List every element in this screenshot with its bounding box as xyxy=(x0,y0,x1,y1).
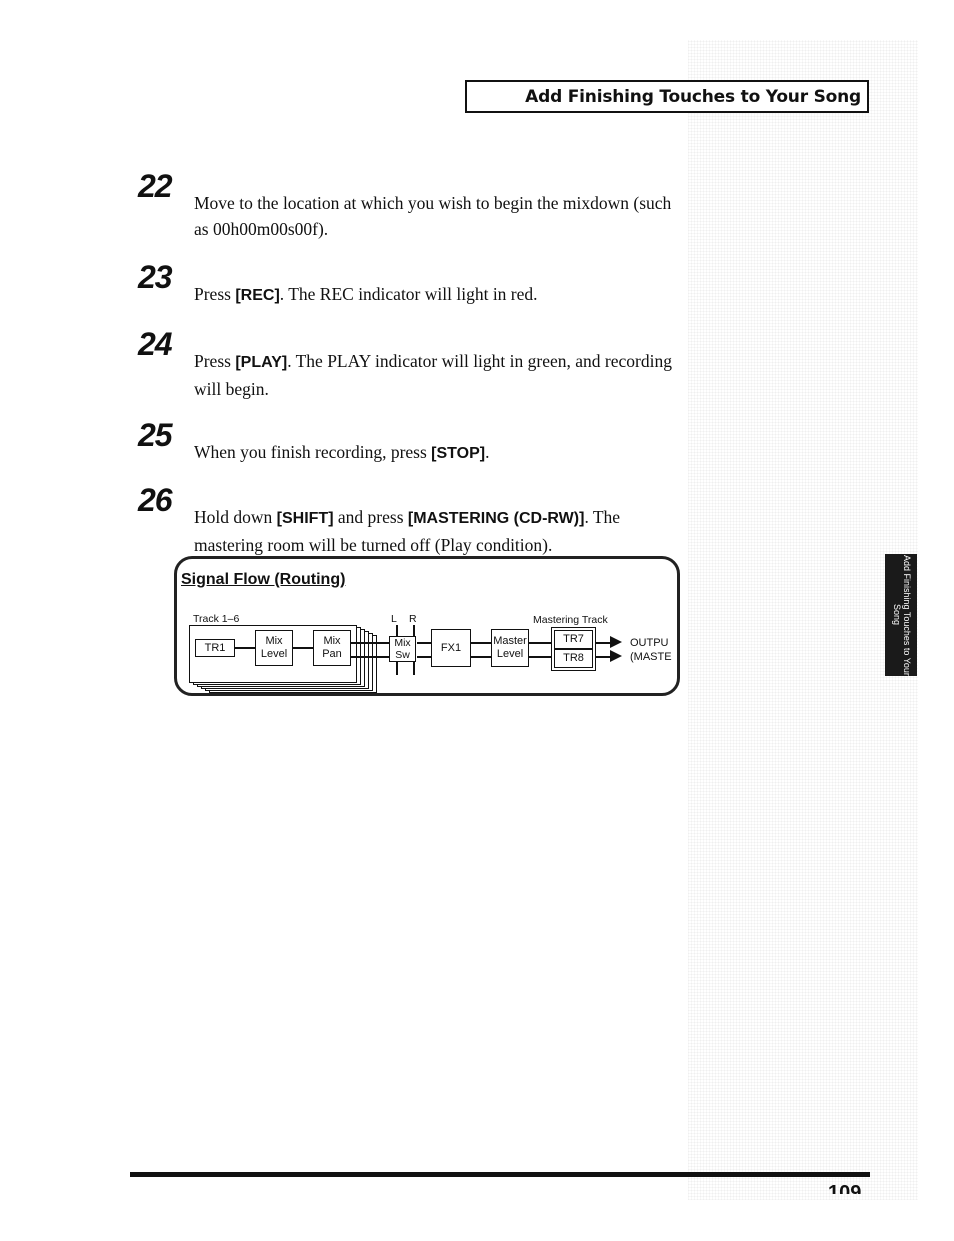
step-text-body: Move to the location at which you wish t… xyxy=(194,193,672,239)
mastering-track-label: Mastering Track xyxy=(533,614,608,626)
connector xyxy=(594,642,610,644)
diagram-title: Signal Flow (Routing) xyxy=(181,571,346,588)
connector xyxy=(293,647,313,649)
step-number: 23 xyxy=(138,259,173,295)
output-label-line2: (MASTE xyxy=(630,651,672,663)
section-title: Add Finishing Touches to Your Song xyxy=(525,86,861,107)
step-text-post: . The REC indicator will light in red. xyxy=(279,284,538,304)
left-channel-label: L xyxy=(391,613,397,625)
key-play: [PLAY] xyxy=(235,354,288,371)
step-text-post: . xyxy=(485,442,490,462)
step-text-pre: When you finish recording, press xyxy=(194,442,432,462)
step-text: Hold down [SHIFT] and press [MASTERING (… xyxy=(194,504,684,558)
mix-level-block: Mix Level xyxy=(255,630,293,666)
connector xyxy=(417,642,431,644)
connector xyxy=(471,642,491,644)
step-text-mid: and press xyxy=(333,507,408,527)
step-number: 26 xyxy=(138,482,173,518)
mix-pan-block: Mix Pan xyxy=(313,630,351,666)
connector xyxy=(594,656,610,658)
page-bleed-through xyxy=(688,40,918,1200)
tr1-block: TR1 xyxy=(195,639,235,657)
step-number: 24 xyxy=(138,326,173,362)
step-text-pre: Hold down xyxy=(194,507,277,527)
connector xyxy=(417,656,431,658)
arrow-right-icon xyxy=(610,650,622,662)
master-level-block: Master Level xyxy=(491,629,529,667)
step-text-pre: Press xyxy=(194,351,236,371)
track-range-label: Track 1–6 xyxy=(193,613,240,625)
key-stop: [STOP] xyxy=(431,445,486,462)
step-text: Press [PLAY]. The PLAY indicator will li… xyxy=(194,348,674,402)
step-text: Press [REC]. The REC indicator will ligh… xyxy=(194,281,674,309)
step-text-pre: Press xyxy=(194,284,236,304)
footer-rule xyxy=(130,1172,870,1177)
section-header: Add Finishing Touches to Your Song xyxy=(465,80,869,113)
fx1-block: FX1 xyxy=(431,629,471,667)
connector xyxy=(349,642,391,644)
tr8-block: TR8 xyxy=(554,649,593,668)
key-mastering: [MASTERING (CD-RW)] xyxy=(407,510,585,527)
arrow-right-icon xyxy=(610,636,622,648)
tr7-block: TR7 xyxy=(554,630,593,649)
right-channel-label: R xyxy=(409,613,417,625)
connector xyxy=(529,642,553,644)
side-tab-label: Add Finishing Touches to Your Song xyxy=(892,554,912,676)
step-number: 22 xyxy=(138,168,173,204)
signal-flow-diagram: Signal Flow (Routing) Track 1–6 L R Mast… xyxy=(174,556,680,696)
output-label-line1: OUTPU xyxy=(630,637,669,649)
key-rec: [REC] xyxy=(235,287,280,304)
step-text: Move to the location at which you wish t… xyxy=(194,190,674,242)
connector xyxy=(471,656,491,658)
connector xyxy=(349,656,391,658)
chapter-side-tab: Add Finishing Touches to Your Song xyxy=(885,554,917,676)
connector xyxy=(235,647,255,649)
page-number: 109 xyxy=(828,1182,862,1194)
key-shift: [SHIFT] xyxy=(276,510,334,527)
step-text: When you finish recording, press [STOP]. xyxy=(194,439,674,467)
connector xyxy=(529,656,553,658)
mix-sw-block: Mix Sw xyxy=(389,636,416,662)
step-number: 25 xyxy=(138,417,173,453)
